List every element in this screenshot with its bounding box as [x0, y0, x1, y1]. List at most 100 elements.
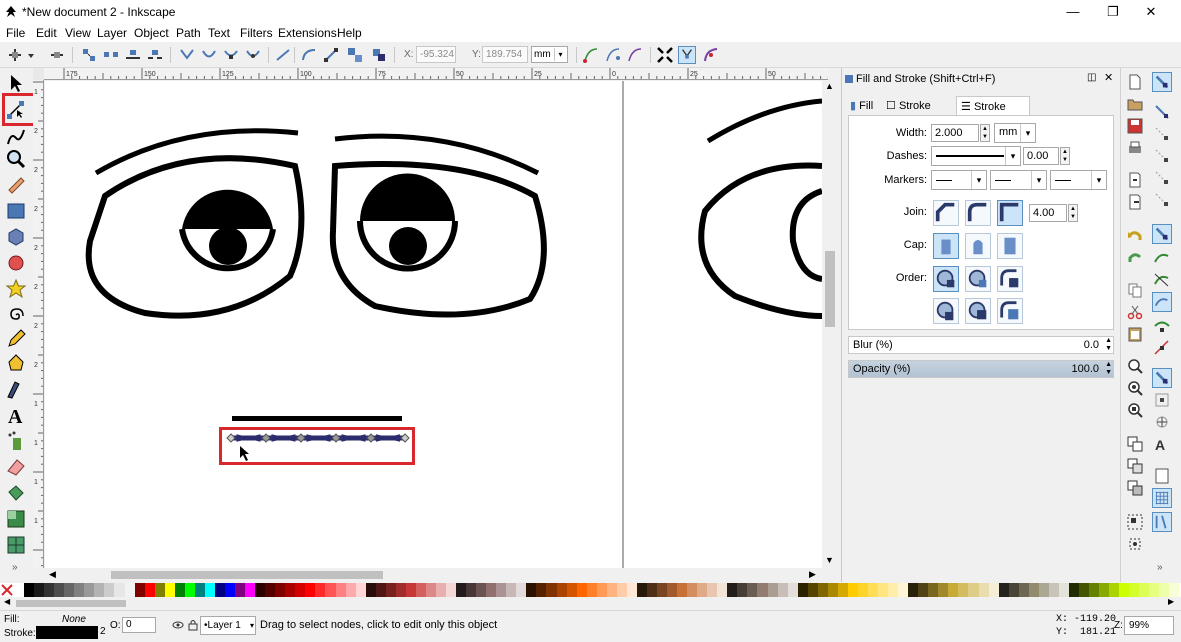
palette-swatch[interactable]	[1058, 583, 1069, 597]
color-palette[interactable]	[0, 583, 1181, 597]
scroll-right-icon[interactable]: ▶	[809, 569, 816, 580]
palette-swatch[interactable]	[375, 583, 386, 597]
zoom-input[interactable]: 99%	[1124, 616, 1174, 635]
palette-scroll-right-icon[interactable]: ▶	[1168, 597, 1174, 606]
end-marker-select[interactable]: ▾	[1050, 170, 1107, 190]
palette-swatch[interactable]	[164, 583, 175, 597]
palette-swatch[interactable]	[466, 583, 477, 597]
palette-swatch[interactable]	[1078, 583, 1090, 597]
dialog-close-button[interactable]: ✕	[1104, 71, 1113, 84]
unlink-clone-icon[interactable]	[1127, 480, 1143, 496]
palette-swatch[interactable]	[968, 583, 979, 597]
palette-swatch[interactable]	[476, 583, 487, 597]
open-document-icon[interactable]	[1127, 96, 1143, 112]
palette-swatch[interactable]	[84, 583, 95, 597]
snap-intersections-icon[interactable]	[1152, 270, 1172, 290]
pencil-tool-icon[interactable]	[5, 328, 27, 350]
blur-spinner[interactable]: ▲ ▼	[1105, 337, 1112, 353]
path-effect-icon[interactable]	[370, 46, 388, 64]
palette-swatch[interactable]	[305, 583, 316, 597]
calligraphy-tool-icon[interactable]	[5, 378, 27, 400]
menu-edit[interactable]: Edit	[36, 26, 57, 40]
close-window-button[interactable]: ✕	[1128, 0, 1174, 24]
palette-swatch[interactable]	[576, 583, 587, 597]
palette-swatch[interactable]	[1109, 583, 1120, 597]
snap-paths-icon[interactable]	[1152, 248, 1172, 268]
palette-swatch[interactable]	[34, 583, 45, 597]
palette-swatch[interactable]	[1099, 583, 1110, 597]
menu-help[interactable]: Help	[337, 26, 362, 40]
palette-swatch[interactable]	[667, 583, 678, 597]
vertical-scroll-thumb[interactable]	[825, 251, 835, 327]
scroll-up-icon[interactable]: ▲	[825, 81, 834, 91]
x-coordinate-input[interactable]: -95.324	[416, 46, 456, 63]
palette-swatch[interactable]	[747, 583, 758, 597]
palette-swatch[interactable]	[235, 583, 246, 597]
palette-scroll-left-icon[interactable]: ◀	[4, 597, 10, 606]
paste-icon[interactable]	[1127, 326, 1143, 342]
mid-marker-select[interactable]: ▾	[990, 170, 1047, 190]
width-unit-select[interactable]: mm ▾	[994, 123, 1036, 143]
clone-icon[interactable]	[1127, 458, 1143, 474]
measure-tool-icon[interactable]	[5, 174, 27, 196]
spray-tool-icon[interactable]	[5, 430, 27, 452]
palette-swatch[interactable]	[697, 583, 708, 597]
dropdown-arrow-icon[interactable]	[26, 46, 36, 64]
palette-swatch[interactable]	[405, 583, 416, 597]
start-marker-select[interactable]: ▾	[931, 170, 987, 190]
palette-swatch[interactable]	[435, 583, 447, 597]
right-eyelid[interactable]	[360, 173, 455, 222]
palette-swatch[interactable]	[787, 583, 798, 597]
star-tool-icon[interactable]	[5, 278, 27, 300]
show-transform-handles-icon[interactable]	[656, 46, 674, 64]
gradient-tool-icon[interactable]	[5, 508, 27, 530]
drawing-canvas[interactable]	[45, 81, 822, 568]
menu-object[interactable]: Object	[134, 26, 169, 40]
palette-swatch[interactable]	[707, 583, 718, 597]
join-segment-icon[interactable]	[124, 46, 142, 64]
palette-swatch[interactable]	[546, 583, 557, 597]
palette-swatch[interactable]	[827, 583, 838, 597]
order-normal-icon[interactable]	[933, 266, 959, 292]
palette-swatch[interactable]	[1119, 583, 1130, 597]
show-bezier-handles-icon[interactable]	[678, 46, 696, 64]
print-icon[interactable]	[1127, 140, 1143, 156]
import-icon[interactable]	[1127, 172, 1143, 188]
scroll-down-icon[interactable]: ▼	[825, 555, 834, 565]
snap-overflow-icon[interactable]: »	[1157, 562, 1163, 573]
palette-swatch[interactable]	[898, 583, 909, 597]
delete-node-icon[interactable]	[48, 46, 66, 64]
opacity-slider[interactable]: Opacity (%) 100.0 ▲ ▼	[848, 360, 1114, 378]
palette-swatch[interactable]	[385, 583, 396, 597]
palette-swatch[interactable]	[938, 583, 949, 597]
cap-square-icon[interactable]	[997, 233, 1023, 259]
palette-swatch[interactable]	[395, 583, 406, 597]
palette-swatch[interactable]	[1038, 583, 1049, 597]
palette-swatch[interactable]	[94, 583, 105, 597]
palette-swatch[interactable]	[867, 583, 879, 597]
dash-offset-spinner[interactable]: ▲ ▼	[1060, 147, 1070, 165]
palette-swatch[interactable]	[857, 583, 868, 597]
dialog-iconify-button[interactable]: ◫	[1087, 72, 1096, 83]
dashes-select[interactable]: ▾	[931, 146, 1021, 166]
order-stroke-fill-icon[interactable]	[965, 266, 991, 292]
palette-swatch[interactable]	[265, 583, 276, 597]
selector-tool-icon[interactable]	[5, 72, 27, 94]
palette-swatch[interactable]	[948, 583, 959, 597]
zoom-page-icon[interactable]	[1127, 402, 1143, 418]
stroke-to-path-icon[interactable]	[346, 46, 364, 64]
palette-swatch[interactable]	[1129, 583, 1140, 597]
snap-object-midpoints-icon[interactable]	[1152, 390, 1172, 410]
palette-swatch[interactable]	[44, 583, 55, 597]
menu-filters[interactable]: Filters	[240, 26, 273, 40]
mouth-line[interactable]	[232, 416, 402, 421]
zoom-drawing-icon[interactable]	[1127, 380, 1143, 396]
snap-grids-icon[interactable]	[1152, 488, 1172, 508]
redo-icon[interactable]	[1127, 250, 1143, 266]
palette-swatch[interactable]	[586, 583, 597, 597]
vertical-scrollbar[interactable]: ▲ ▼	[822, 81, 838, 568]
palette-swatch[interactable]	[1068, 583, 1079, 597]
palette-swatch[interactable]	[245, 583, 256, 597]
palette-swatch[interactable]	[365, 583, 376, 597]
palette-swatch[interactable]	[988, 583, 999, 597]
